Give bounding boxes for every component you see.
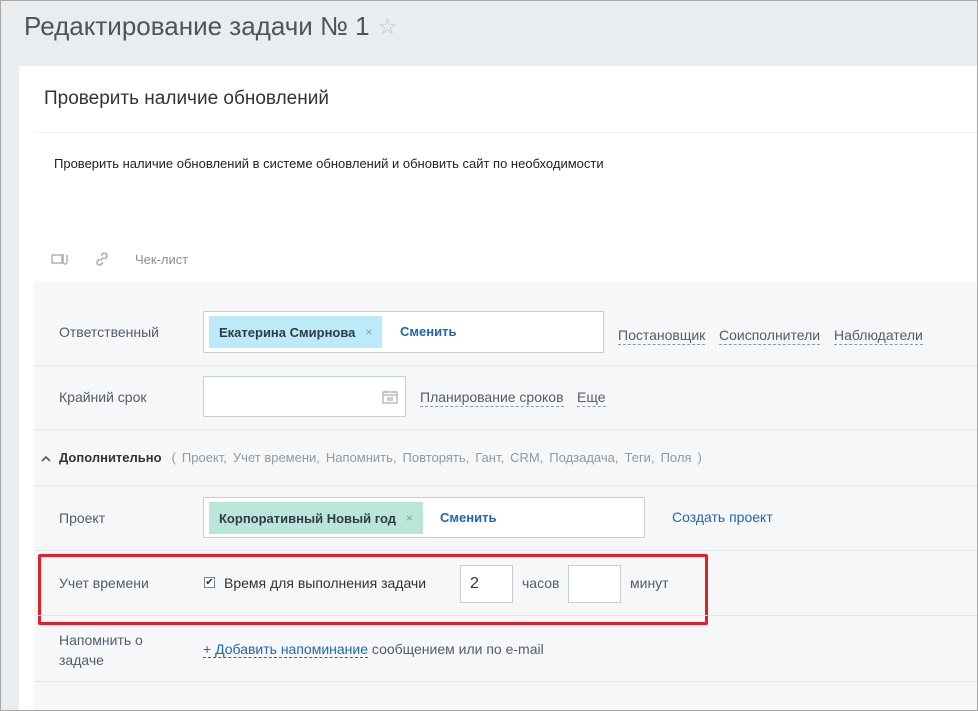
reminder-label-line: Напомнить о xyxy=(59,632,143,648)
extra-hint-item: Учет времени, xyxy=(232,450,320,465)
checklist-button[interactable]: Чек-лист xyxy=(135,252,188,267)
responsible-tag: Екатерина Смирнова × xyxy=(209,316,383,348)
extra-hint-item: Повторять, xyxy=(402,450,470,465)
divider xyxy=(34,485,977,486)
extra-hint-item: Подзадача, xyxy=(549,450,619,465)
deadline-label: Крайний срок xyxy=(59,389,147,405)
project-name: Корпоративный Новый год xyxy=(219,510,396,526)
extra-hint-item: Поля xyxy=(660,450,692,465)
task-description-editor[interactable]: Проверить наличие обновлений в системе о… xyxy=(54,156,604,171)
minutes-input[interactable] xyxy=(568,565,621,603)
hours-unit: часов xyxy=(522,575,560,591)
minutes-unit: минут xyxy=(630,575,669,591)
divider xyxy=(34,681,977,682)
star-icon[interactable]: ☆ xyxy=(378,14,398,40)
deadline-input[interactable] xyxy=(203,376,406,417)
divider xyxy=(34,429,977,430)
window-frame: Редактирование задачи № 1 ☆ Проверить на… xyxy=(0,0,978,711)
creator-link[interactable]: Постановщик xyxy=(618,327,706,345)
task-title-input[interactable]: Проверить наличие обновлений xyxy=(44,88,329,110)
extra-hint-item: Напомнить, xyxy=(325,450,397,465)
more-link[interactable]: Еще xyxy=(577,389,606,407)
editor-toolbar: Чек-лист xyxy=(51,250,188,268)
extra-hint-item: CRM, xyxy=(510,450,544,465)
divider xyxy=(34,365,977,366)
time-tracking-label: Учет времени xyxy=(59,575,149,591)
remove-project-icon[interactable]: × xyxy=(406,511,413,525)
change-responsible-link[interactable]: Сменить xyxy=(400,324,456,339)
hours-input[interactable]: 2 xyxy=(460,565,513,603)
observers-link[interactable]: Наблюдатели xyxy=(834,327,923,345)
extra-toggle[interactable]: Дополнительно xyxy=(59,450,162,465)
link-icon[interactable] xyxy=(93,250,111,268)
reminder-label-line: задаче xyxy=(59,652,104,668)
extra-section-header: Дополнительно ( Проект, Учет времени, На… xyxy=(41,450,708,465)
responsible-label: Ответственный xyxy=(59,324,159,340)
divider xyxy=(34,132,977,133)
reminder-suffix: сообщением или по e-mail xyxy=(368,641,544,657)
reminder-control: + Добавить напоминание сообщением или по… xyxy=(203,641,544,658)
page-title-text: Редактирование задачи № 1 xyxy=(24,11,370,41)
divider xyxy=(34,615,977,616)
divider xyxy=(34,550,977,551)
change-project-link[interactable]: Сменить xyxy=(440,510,496,525)
attach-file-icon[interactable] xyxy=(51,250,69,268)
add-reminder-link[interactable]: + Добавить напоминание xyxy=(203,641,369,658)
planning-link[interactable]: Планирование сроков xyxy=(420,389,564,407)
extra-hint-item: Проект, xyxy=(181,450,227,465)
coexecutors-link[interactable]: Соисполнители xyxy=(719,327,821,345)
reminder-label: Напомнить о задаче xyxy=(59,630,143,670)
extra-hint-open: ( xyxy=(171,450,176,465)
extra-hint-close: ) xyxy=(697,450,702,465)
extra-hint-item: Теги, xyxy=(624,450,655,465)
extra-hint-item: Гант, xyxy=(475,450,505,465)
chevron-up-icon[interactable] xyxy=(41,450,51,465)
extra-hint: ( Проект, Учет времени, Напомнить, Повто… xyxy=(172,450,708,465)
time-tracking-checkbox-label: Время для выполнения задачи xyxy=(224,575,427,591)
project-tag: Корпоративный Новый год × xyxy=(209,502,423,534)
page-title: Редактирование задачи № 1 ☆ xyxy=(24,11,397,42)
remove-responsible-icon[interactable]: × xyxy=(365,325,372,339)
time-tracking-checkbox[interactable]: ✔ xyxy=(204,577,215,588)
project-label: Проект xyxy=(59,510,106,526)
responsible-name: Екатерина Смирнова xyxy=(219,324,356,340)
create-project-link[interactable]: Создать проект xyxy=(672,509,773,525)
calendar-icon[interactable] xyxy=(382,390,398,404)
